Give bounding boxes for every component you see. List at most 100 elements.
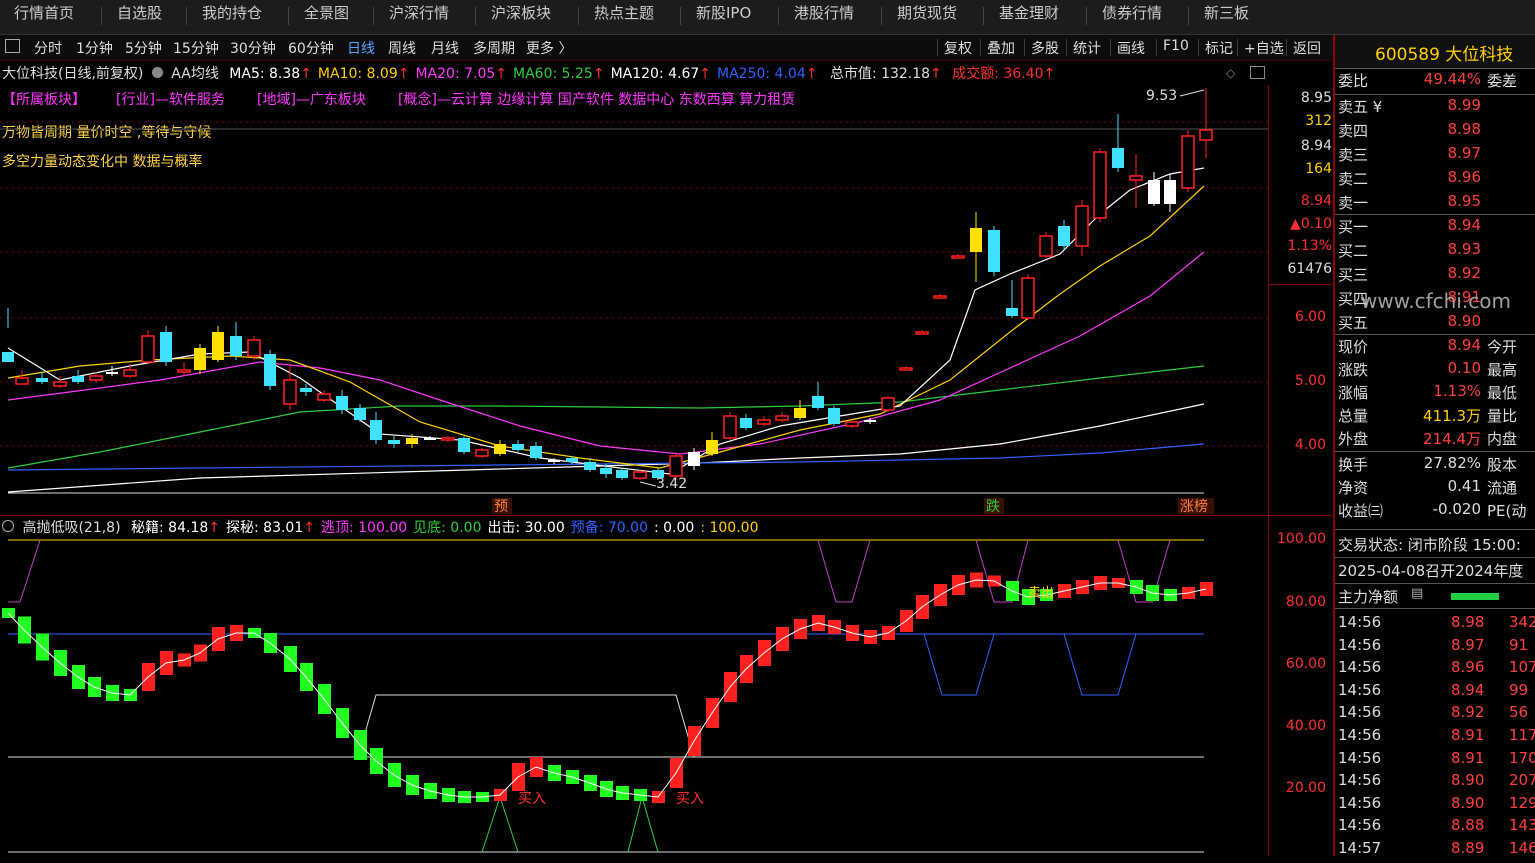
nav-separator [881,7,882,25]
period-tab[interactable]: 1分钟 [76,38,113,58]
ma10-line [7,185,1205,469]
nav-item[interactable]: 新股IPO [696,0,751,34]
tick-time: 14:56 [1338,613,1382,631]
event-strip [0,498,1268,516]
toolbar-separator [1156,39,1157,56]
tick-volume: 207 [1509,771,1535,790]
candle-body [881,397,895,411]
nav-item[interactable]: 热点主题 [594,0,654,34]
tick-volume: 99 [1509,680,1529,699]
row-label: 现价 [1338,338,1369,356]
sub-indicator-value: 预备: 70.00 [570,520,648,536]
nav-item[interactable]: 基金理财 [999,0,1059,34]
period-tab[interactable]: 周线 [388,38,416,58]
sub-indicator-icon[interactable] [2,520,14,532]
candle-body [864,420,876,422]
watermark: www.cfchi.com [1361,289,1511,313]
stat-row: 涨跌 0.10 最高 [1335,359,1535,383]
event-label[interactable]: 预 [494,499,508,515]
candle-body [388,440,400,444]
announcement[interactable]: 2025-04-08召开2024年度 [1338,560,1523,581]
toolbar-button[interactable]: 复权 [944,38,972,58]
period-tab[interactable]: 月线 [431,38,459,58]
row-label: 卖三 [1338,146,1369,164]
row-label: 买五 [1338,314,1369,332]
nav-item[interactable]: 港股行情 [794,0,854,34]
row-value: 8.94 [1447,336,1481,354]
tick-price: 8.92 [1451,703,1485,722]
period-tab[interactable]: 日线 [347,38,375,58]
toolbar-button[interactable]: +自选 [1244,38,1284,58]
toolbar-button[interactable]: 画线 [1117,38,1145,58]
bid-row: 买二 8.93 [1335,240,1535,264]
candle-body [317,393,331,401]
kline-chart[interactable]: 9.53 3.42 预 跌 涨榜 [0,60,1270,516]
layout-icon[interactable] [5,39,20,53]
toolbar-button[interactable]: 统计 [1073,38,1101,58]
toolbar-button[interactable]: 返回 [1293,38,1321,58]
candle-body [548,460,560,462]
oscillator-chart[interactable]: 买入 买入 卖出 [0,535,1270,856]
nav-separator [1086,7,1087,25]
toolbar-button[interactable]: 多股 [1031,38,1059,58]
price-tick: 4.00 [1294,437,1326,453]
bid-row: 买三 8.92 [1335,264,1535,288]
nav-item[interactable]: 自选股 [117,0,162,34]
period-tab[interactable]: 30分钟 [230,38,276,58]
row-label: 卖二 [1338,170,1369,188]
nav-item[interactable]: 沪深板块 [491,0,551,34]
nav-item[interactable]: 行情首页 [14,0,74,34]
period-tab[interactable]: 5分钟 [125,38,162,58]
toolbar-button[interactable]: 叠加 [987,38,1015,58]
candle-body [584,462,596,470]
nav-item[interactable]: 全景图 [304,0,349,34]
sub-indicator-value: : 0.00 [653,520,695,536]
toolbar-button[interactable]: F10 [1163,38,1189,54]
top-signal-line [19,539,1171,603]
mini-quote-value: 8.94 [1300,138,1332,154]
toolbar-separator [937,39,938,56]
toolbar-button[interactable]: 标记 [1205,38,1233,58]
mini-quote-value: 8.95 [1300,90,1332,106]
period-tab[interactable]: 多周期 [473,38,515,58]
sub-indicator-name[interactable]: 高抛低吸(21,8) [22,520,120,536]
bottom-signal-line [481,795,659,853]
candle-body [406,438,418,444]
event-label[interactable]: 跌 [986,499,1000,515]
main-net-label[interactable]: 主力净额 [1338,586,1398,607]
stat-row: 总量 411.3万 量比 [1335,405,1535,429]
ask-row: 卖四 8.98 [1335,120,1535,144]
period-tab[interactable]: 60分钟 [288,38,334,58]
candle-body [1075,205,1089,247]
list-icon[interactable]: ▤ [1411,586,1423,601]
candle-body [1164,180,1176,204]
candle-body [230,336,242,356]
period-tab[interactable]: 15分钟 [173,38,219,58]
nav-item[interactable]: 新三板 [1204,0,1249,34]
candle-body [494,444,506,454]
tick-row: 14:56 8.92 56 [1335,703,1535,727]
candle-body [264,354,276,386]
row-value: 8.94 [1447,216,1481,234]
candle-body [1039,235,1053,257]
oscillator-line [7,579,1207,798]
candle-body [1021,277,1035,319]
stat-row: 现价 8.94 今开 [1335,336,1535,360]
candle-body [370,420,382,440]
tick-time: 14:56 [1338,771,1382,790]
ask-row: 卖二 8.96 [1335,168,1535,192]
period-tab[interactable]: 更多 〉 [526,38,572,58]
row-value: 0.10 [1447,359,1481,377]
nav-item[interactable]: 我的持仓 [202,0,262,34]
row-label: 外盘 [1338,430,1369,448]
nav-item[interactable]: 沪深行情 [389,0,449,34]
event-label[interactable]: 涨榜 [1180,498,1208,515]
candle-body [970,228,982,252]
tick-volume: 143 [1509,816,1535,835]
period-tab[interactable]: 分时 [34,38,62,58]
nav-item[interactable]: 期货现货 [897,0,957,34]
nav-separator [288,7,289,25]
candle-body [845,421,859,427]
mini-quote-value: 61476 [1287,261,1332,277]
nav-item[interactable]: 债券行情 [1102,0,1162,34]
